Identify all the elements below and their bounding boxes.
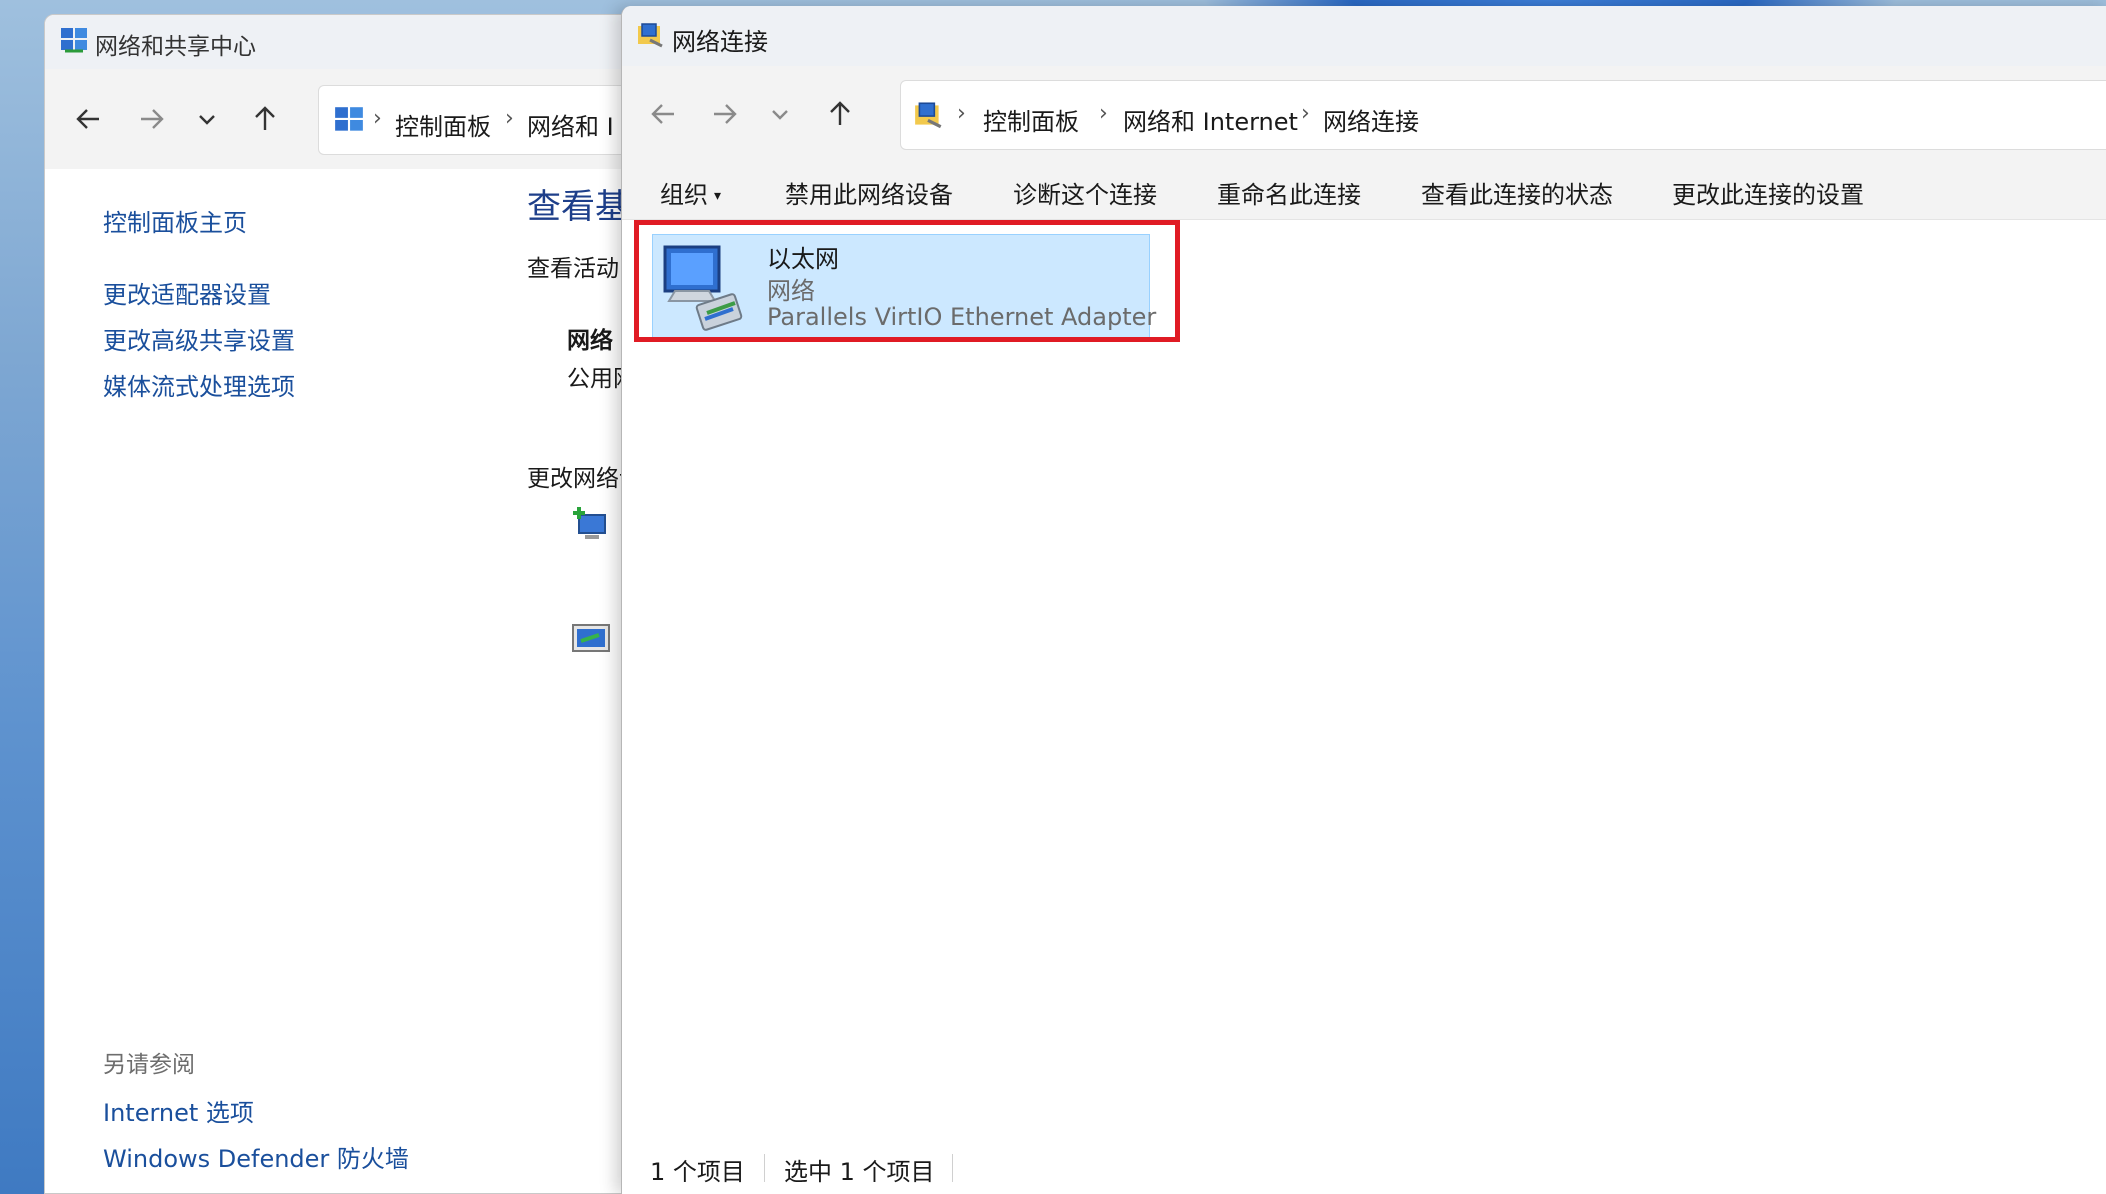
left-pane: 控制面板主页 更改适配器设置 更改高级共享设置 媒体流式处理选项 另请参阅 In… [45,169,445,1193]
forward-arrow-icon[interactable] [702,92,746,136]
recent-dropdown-icon[interactable] [758,92,802,136]
connection-network: 网络 [767,277,815,305]
window-title: 网络和共享中心 [95,34,256,60]
chevron-down-icon: ▾ [714,188,722,204]
network-adapter-icon [659,239,755,335]
command-bar: 组织 ▾ 禁用此网络设备 诊断这个连接 重命名此连接 查看此连接的状态 更改此连接… [622,162,2106,220]
breadcrumb-item[interactable]: 网络连接 [1323,102,1419,137]
network-name: 网络 [567,328,613,354]
chevron-right-icon: › [957,101,966,126]
connection-device: Parallels VirtIO Ethernet Adapter [767,303,1157,331]
breadcrumb-item[interactable]: 网络和 Internet [1123,102,1298,137]
change-settings-button[interactable]: 更改此连接的设置 [1672,175,1864,210]
media-streaming-link[interactable]: 媒体流式处理选项 [103,367,295,402]
view-status-button[interactable]: 查看此连接的状态 [1421,175,1613,210]
status-divider [764,1154,765,1182]
organize-label: 组织 [660,181,708,209]
recent-dropdown-icon[interactable] [185,97,229,141]
breadcrumb-item[interactable]: 控制面板 [983,102,1079,137]
troubleshoot-icon [569,617,613,661]
window-title: 网络连接 [672,28,768,56]
title-bar[interactable]: 网络连接 [622,6,2106,66]
change-adapter-settings-link[interactable]: 更改适配器设置 [103,275,271,310]
selected-count: 选中 1 个项目 [784,1158,935,1186]
network-folder-icon [913,99,945,131]
defender-firewall-link[interactable]: Windows Defender 防火墙 [103,1139,409,1174]
chevron-right-icon: › [1301,101,1310,126]
up-arrow-icon[interactable] [818,92,862,136]
advanced-sharing-link[interactable]: 更改高级共享设置 [103,321,295,356]
item-count: 1 个项目 [650,1158,745,1186]
control-panel-icon [333,104,365,136]
status-divider [952,1154,953,1182]
status-bar: 1 个项目 选中 1 个项目 [622,1140,2106,1194]
internet-options-link[interactable]: Internet 选项 [103,1093,254,1128]
chevron-right-icon: › [505,106,514,131]
control-panel-home-link[interactable]: 控制面板主页 [103,203,247,238]
up-arrow-icon[interactable] [243,97,287,141]
network-folder-icon [636,20,666,50]
diagnose-button[interactable]: 诊断这个连接 [1013,175,1157,210]
connection-name: 以太网 [767,245,839,273]
chevron-right-icon: › [373,106,382,131]
organize-menu[interactable]: 组织 ▾ [660,175,721,210]
back-arrow-icon[interactable] [642,92,686,136]
control-panel-icon [59,25,89,55]
navigation-bar: › 控制面板 › 网络和 Internet › 网络连接 [622,66,2106,162]
breadcrumb-item[interactable]: 控制面板 [395,107,491,142]
see-also-heading: 另请参阅 [103,1052,195,1078]
rename-button[interactable]: 重命名此连接 [1217,175,1361,210]
network-connections-window[interactable]: 网络连接 › 控制面板 › 网络和 Internet › 网络连接 组织 ▾ 禁… [621,6,2106,1194]
chevron-right-icon: › [1099,101,1108,126]
connections-list: 以太网 网络 Parallels VirtIO Ethernet Adapter [622,220,2106,1140]
list-item[interactable]: 以太网 网络 Parallels VirtIO Ethernet Adapter [652,234,1156,338]
breadcrumb-item[interactable]: 网络和 I [527,107,614,142]
disable-device-button[interactable]: 禁用此网络设备 [785,175,953,210]
address-bar[interactable]: › 控制面板 › 网络和 Internet › 网络连接 [900,80,2106,150]
forward-arrow-icon[interactable] [129,97,173,141]
back-arrow-icon[interactable] [67,97,111,141]
new-connection-icon [569,503,613,547]
